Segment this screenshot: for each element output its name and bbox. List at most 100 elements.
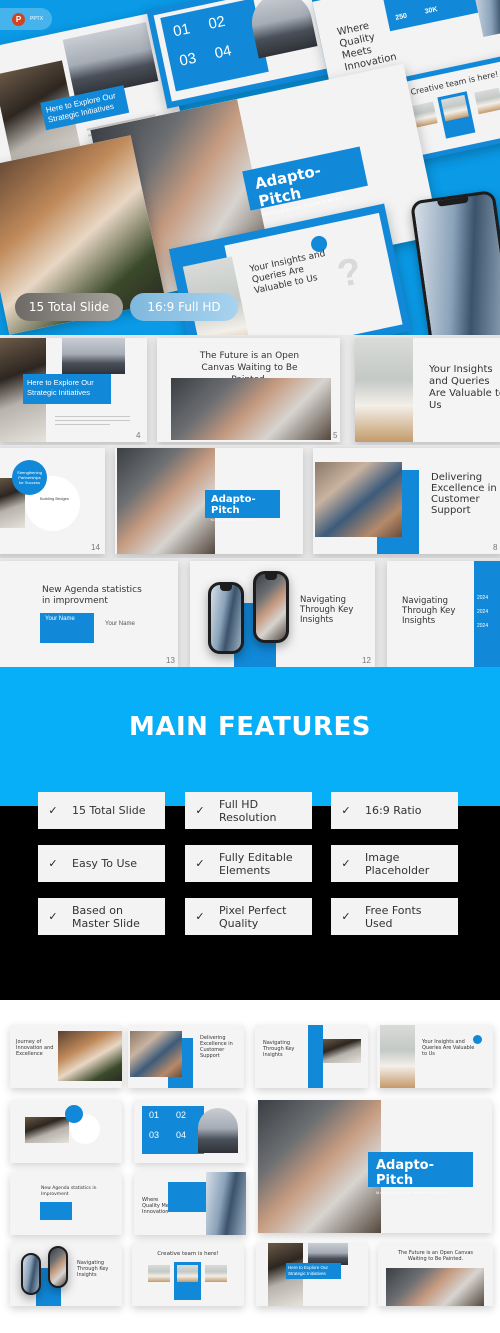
member-photo <box>148 1265 170 1282</box>
feature-item: ✓ Based on Master Slide <box>38 898 165 935</box>
gallery-slide-partnership <box>10 1100 122 1163</box>
feature-item: ✓ Easy To Use <box>38 845 165 882</box>
desk-photo <box>58 1031 122 1081</box>
gallery-slide-cover: Adapto-Pitch Multipurpose Presentation <box>258 1100 492 1233</box>
number-01: 01 <box>171 20 192 41</box>
number-04: 04 <box>176 1130 187 1140</box>
number-02: 02 <box>206 12 227 33</box>
gallery-slide-quality: Where Quality Meets Innovation <box>134 1172 246 1235</box>
phone-mockup <box>48 1246 68 1288</box>
number-01: 01 <box>149 1110 160 1120</box>
woman-photo <box>355 338 413 442</box>
navigating-title: Navigating Through Key Insights <box>77 1260 109 1278</box>
high-five-photo <box>117 448 215 554</box>
page-number: 14 <box>91 543 100 552</box>
cover-title: Adapto-Pitch <box>211 494 256 516</box>
monitor-photo <box>25 1117 69 1143</box>
feature-label: Fully Editable Elements <box>219 850 293 877</box>
cover-title-block: Adapto-Pitch Multipurpose Presentation <box>205 490 280 522</box>
feature-item: ✓ Pixel Perfect Quality <box>185 898 312 935</box>
check-icon: ✓ <box>341 858 351 870</box>
slide-future: The Future is an Open Canvas Waiting to … <box>157 338 340 442</box>
timeline-date: 2024 <box>477 595 489 601</box>
team-photo <box>315 462 402 537</box>
partnership-circle: Strengthening Partnerships for Success <box>12 460 47 495</box>
slides-gallery: Journey of Innovation and Excellence Del… <box>0 1000 500 1333</box>
member-photo <box>474 87 500 115</box>
timeline-date: 2024 <box>477 609 489 615</box>
gallery-slide-navigating: Navigating Through Key Insights <box>255 1025 368 1088</box>
member-photo <box>177 1265 198 1282</box>
gallery-slide-numbers: 01 02 03 04 <box>134 1100 246 1163</box>
feature-label: Easy To Use <box>72 857 138 870</box>
feature-item: ✓ 16:9 Ratio <box>331 792 458 829</box>
hands-photo <box>386 1268 484 1306</box>
check-icon: ✓ <box>195 805 205 817</box>
woman-photo <box>380 1025 415 1088</box>
hero-collage: P PPTX Here to Explore Our Strategic Ini… <box>0 0 500 335</box>
card-name: Your Name <box>45 616 75 622</box>
check-icon: ✓ <box>341 805 351 817</box>
phone-mockup <box>409 189 500 335</box>
agenda-title: New Agenda statistics in improvment <box>42 585 142 606</box>
journey-title: Journey of Innovation and Excellence <box>16 1039 54 1057</box>
city-photo <box>198 1108 238 1153</box>
page-number: 5 <box>333 431 338 440</box>
cover-title-block: Adapto-Pitch Multipurpose Presentation <box>242 146 368 218</box>
agenda-title: New Agenda statistics in Improvment <box>41 1186 97 1197</box>
number-03: 03 <box>177 49 198 70</box>
feature-label: 16:9 Ratio <box>365 804 422 817</box>
check-icon: ✓ <box>341 911 351 923</box>
page-number: 12 <box>362 656 371 665</box>
check-icon: ✓ <box>195 911 205 923</box>
slide-explore: Here to Explore Our Strategic Initiative… <box>0 338 147 442</box>
office-photo <box>323 1039 361 1063</box>
slide-agenda: New Agenda statistics in improvment Your… <box>0 561 178 667</box>
format-label: PPTX <box>30 16 44 22</box>
slides-row-3: New Agenda statistics in improvment Your… <box>0 558 500 667</box>
number-03: 03 <box>149 1130 160 1140</box>
agenda-card-1: Your Name <box>40 613 94 643</box>
navigating-title: Navigating Through Key Insights <box>402 596 456 626</box>
page-number: 8 <box>493 543 498 552</box>
delivering-title: Delivering Excellence in Customer Suppor… <box>200 1035 233 1059</box>
feature-label: Image Placeholder <box>365 850 430 877</box>
check-icon: ✓ <box>48 858 58 870</box>
check-icon: ✓ <box>48 805 58 817</box>
slides-row-2: Strengthening Partnerships for Success B… <box>0 445 500 558</box>
gallery-slide-navigating-phones: Navigating Through Key Insights <box>10 1243 122 1306</box>
slide-cover: Adapto-Pitch Multipurpose Presentation <box>115 448 303 554</box>
slide-navigating-timeline: Navigating Through Key Insights 2024 202… <box>387 561 500 667</box>
check-icon: ✓ <box>195 858 205 870</box>
slide-navigating-phones: Navigating Through Key Insights 12 <box>190 561 375 667</box>
cover-subtitle: Multipurpose Presentation <box>211 518 259 522</box>
feature-item: ✓ Free Fonts Used <box>331 898 458 935</box>
gallery-slide-explore: Here to Explore Our Strategic Initiative… <box>256 1243 368 1306</box>
feature-label: Based on Master Slide <box>72 903 140 930</box>
phone-mockup <box>21 1253 41 1295</box>
explore-title: Here to Explore Our Strategic Initiative… <box>286 1263 341 1279</box>
cover-title-block: Adapto-Pitch Multipurpose Presentation <box>368 1152 473 1195</box>
pill-total-slides: 15 Total Slide <box>15 293 123 321</box>
pill-full-hd: 16:9 Full HD <box>130 293 238 321</box>
hands-photo <box>171 378 331 440</box>
feature-item: ✓ Image Placeholder <box>331 845 458 882</box>
city-photo <box>62 338 125 374</box>
insights-title: Your Insights and Queries Are Valuable t… <box>429 364 500 411</box>
future-title: The Future is an Open Canvas Waiting to … <box>397 1250 474 1262</box>
delivering-title: Delivering Excellence in Customer Suppor… <box>431 472 497 516</box>
insights-badge <box>473 1035 482 1044</box>
team-photo <box>130 1031 182 1077</box>
city-photo <box>308 1243 348 1265</box>
navigating-title: Navigating Through Key Insights <box>300 595 354 625</box>
gallery-slide-agenda: New Agenda statistics in Improvment <box>10 1172 122 1235</box>
format-badge: P PPTX <box>0 8 52 30</box>
slides-row-1: Here to Explore Our Strategic Initiative… <box>0 335 500 445</box>
powerpoint-icon: P <box>12 12 25 26</box>
number-02: 02 <box>176 1110 187 1120</box>
cover-title: Adapto-Pitch <box>376 1158 434 1188</box>
check-icon: ✓ <box>48 911 58 923</box>
explore-title: Here to Explore Our Strategic Initiative… <box>23 374 111 404</box>
gallery-slide-future: The Future is an Open Canvas Waiting to … <box>378 1243 493 1306</box>
feature-label: Full HD Resolution <box>219 797 277 824</box>
